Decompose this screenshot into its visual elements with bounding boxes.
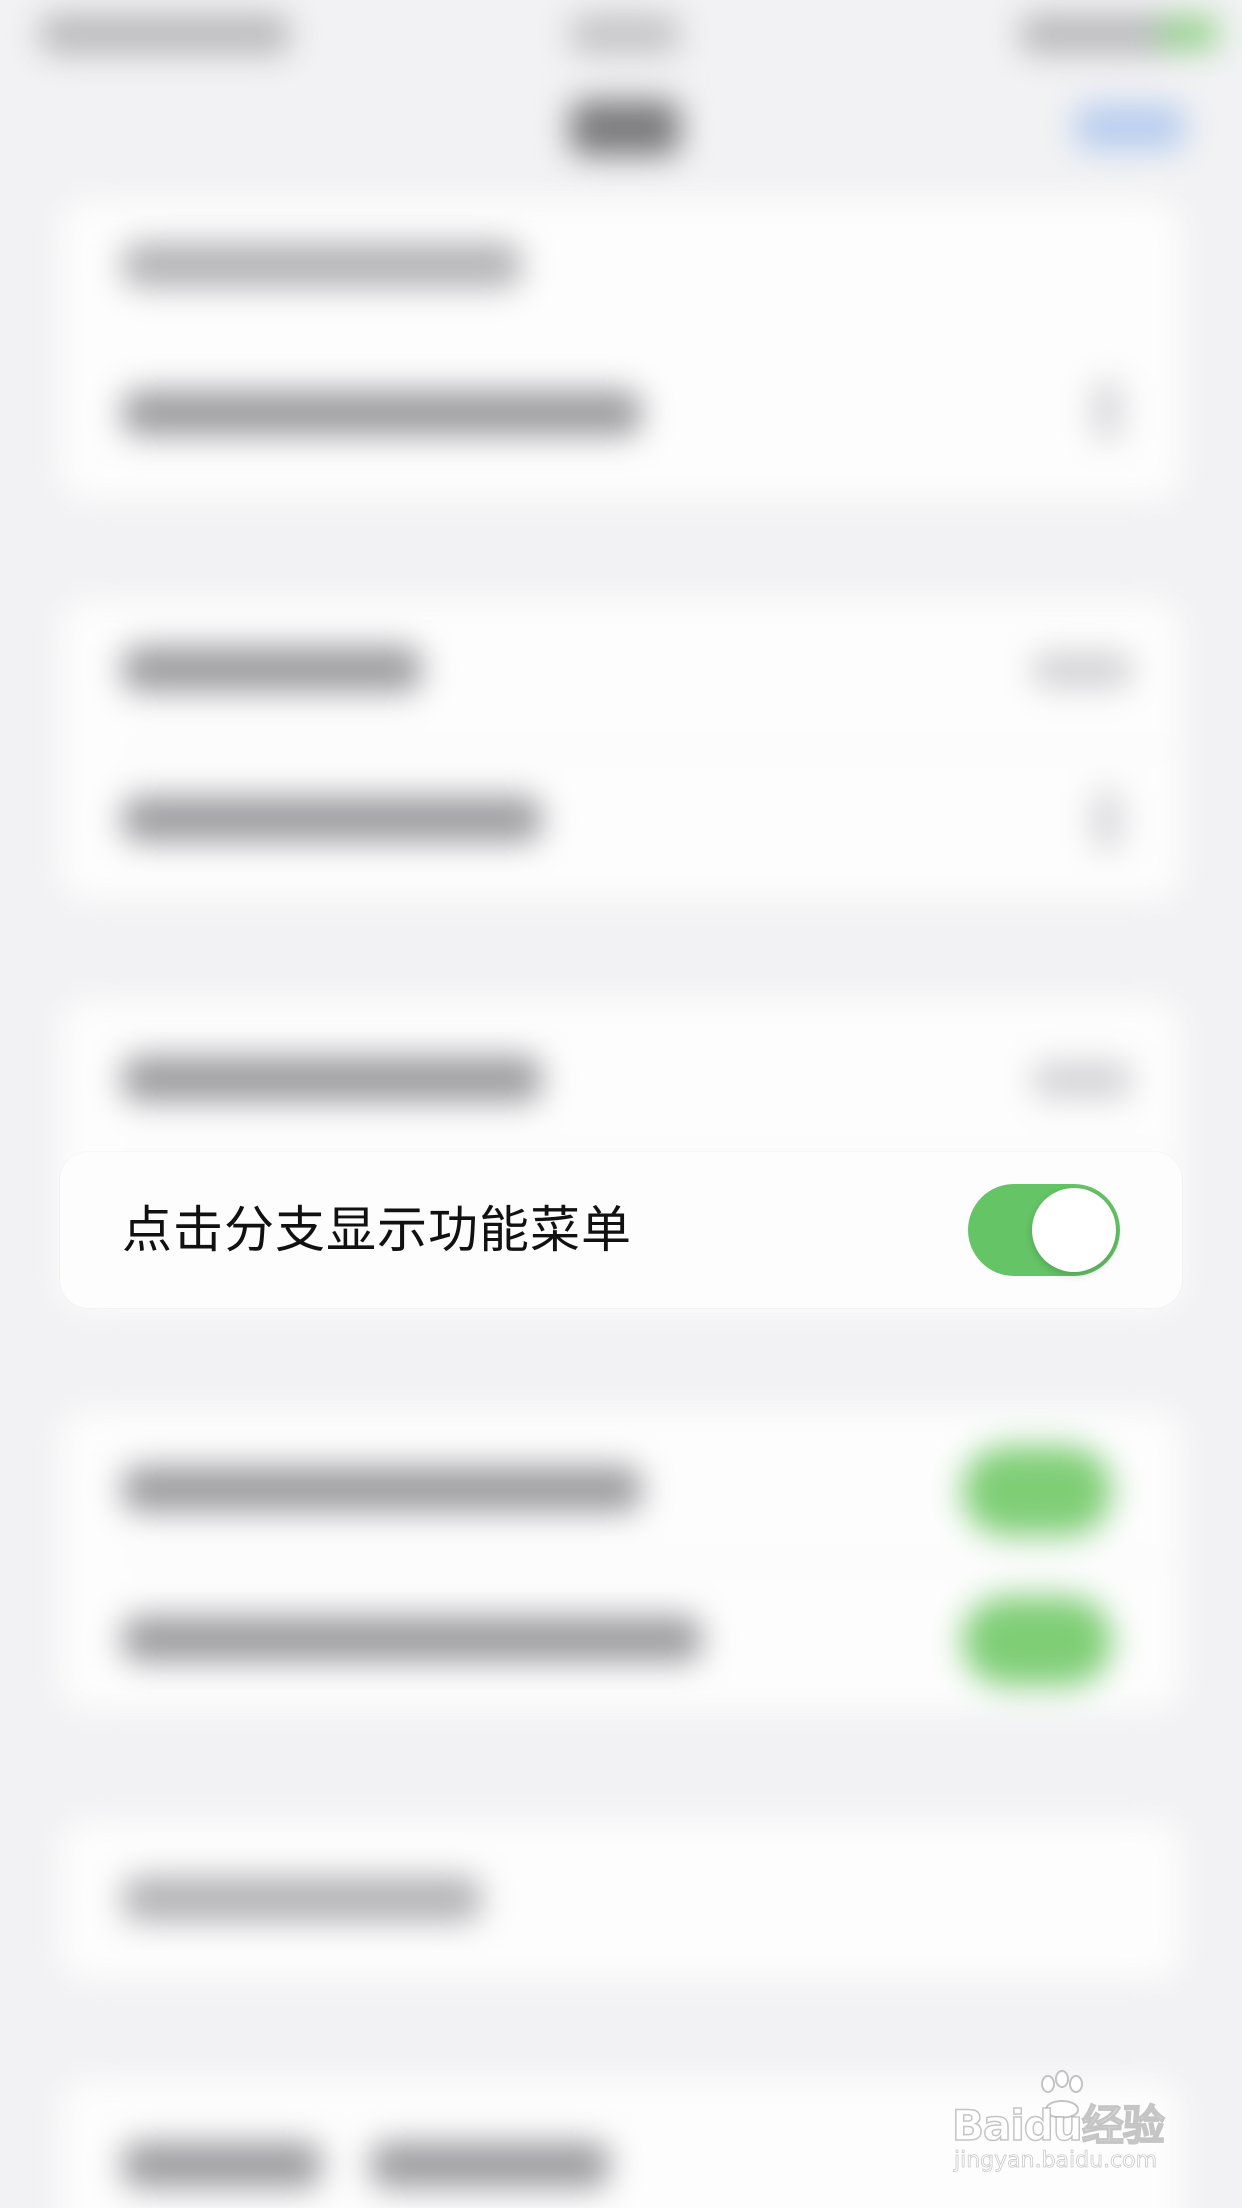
row-divider — [122, 748, 1182, 750]
branch-menu-toggle[interactable] — [968, 1184, 1120, 1276]
chevron-right-icon — [1092, 380, 1122, 440]
watermark-url: jingyan.baidu.com — [954, 2148, 1158, 2174]
settings-row-label — [122, 1876, 482, 1922]
settings-row-label — [122, 1056, 542, 1102]
settings-row-value — [1032, 1062, 1132, 1098]
settings-screen: 点击分支显示功能菜单 Baidu经验 jingyan.baidu.com — [0, 0, 1242, 2208]
row-divider — [122, 1560, 1182, 1562]
nav-action-button[interactable] — [1075, 104, 1185, 150]
settings-row-label — [122, 1466, 642, 1512]
settings-row-label — [122, 796, 542, 842]
toggle-switch[interactable] — [962, 1596, 1112, 1686]
toggle-switch[interactable] — [962, 1446, 1112, 1536]
settings-group-2 — [60, 600, 1182, 900]
settings-row-label — [370, 2142, 610, 2188]
settings-row-value — [1032, 652, 1132, 688]
settings-group-5 — [60, 1820, 1182, 1980]
status-bar-left — [40, 14, 290, 54]
baidu-jingyan-watermark: Baidu经验 jingyan.baidu.com — [951, 2070, 1192, 2190]
blurred-background — [0, 0, 1242, 2208]
settings-group-1 — [60, 200, 1182, 500]
status-bar-right — [1020, 14, 1180, 54]
status-bar-time — [570, 14, 680, 54]
watermark-logo-text: Baidu经验 — [951, 2100, 1165, 2151]
settings-group-4 — [60, 1410, 1182, 1710]
settings-row-label — [122, 390, 642, 436]
toggle-knob — [1032, 1188, 1116, 1272]
settings-row-label — [122, 646, 422, 692]
nav-title — [570, 100, 680, 156]
settings-row-label — [122, 1616, 702, 1662]
settings-row-label — [122, 2142, 322, 2188]
setting-row-branch-menu[interactable]: 点击分支显示功能菜单 — [60, 1152, 1182, 1308]
settings-row-label — [122, 242, 522, 288]
battery-icon — [1160, 16, 1218, 50]
chevron-right-icon — [1092, 790, 1122, 850]
setting-row-label: 点击分支显示功能菜单 — [122, 1201, 632, 1259]
